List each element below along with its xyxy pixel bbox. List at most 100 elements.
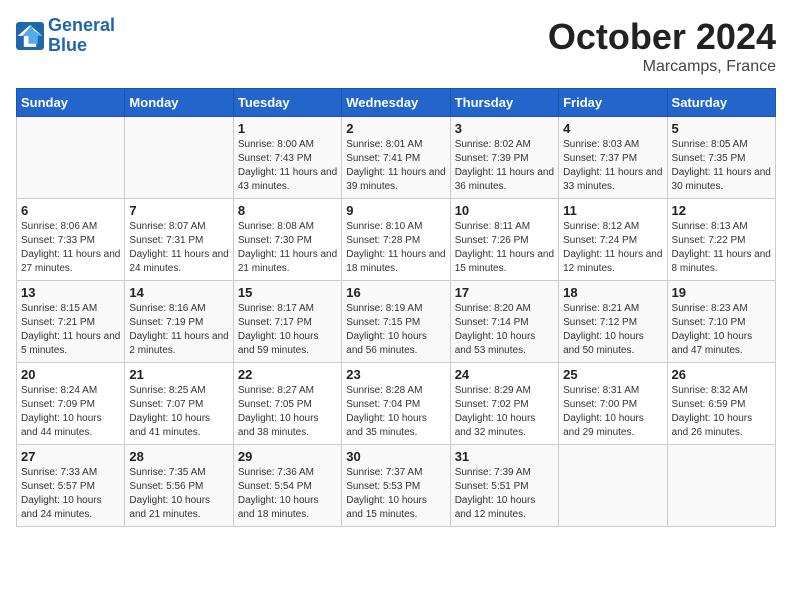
day-number: 7 [129,203,228,218]
day-number: 17 [455,285,554,300]
day-number: 28 [129,449,228,464]
calendar-cell: 29 Sunrise: 7:36 AM Sunset: 5:54 PM Dayli… [233,445,341,527]
day-number: 25 [563,367,662,382]
weekday-header-monday: Monday [125,89,233,117]
calendar-cell [667,445,775,527]
cell-info: Sunrise: 8:32 AM Sunset: 6:59 PM Dayligh… [672,384,771,440]
cell-info: Sunrise: 8:13 AM Sunset: 7:22 PM Dayligh… [672,220,771,276]
calendar-cell [559,445,667,527]
day-number: 12 [672,203,771,218]
calendar-cell: 13 Sunrise: 8:15 AM Sunset: 7:21 PM Dayli… [17,281,125,363]
calendar-cell: 14 Sunrise: 8:16 AM Sunset: 7:19 PM Dayli… [125,281,233,363]
weekday-header-sunday: Sunday [17,89,125,117]
calendar-cell: 15Sunrise: 8:17 AM Sunset: 7:17 PM Dayli… [233,281,341,363]
cell-info: Sunrise: 8:07 AM Sunset: 7:31 PM Dayligh… [129,220,228,276]
calendar-cell [17,117,125,199]
weekday-header-thursday: Thursday [450,89,558,117]
day-number: 4 [563,121,662,136]
cell-info: Sunrise: 7:37 AM Sunset: 5:53 PM Dayligh… [346,466,445,522]
calendar-cell: 17 Sunrise: 8:20 AM Sunset: 7:14 PM Dayli… [450,281,558,363]
calendar-cell: 24 Sunrise: 8:29 AM Sunset: 7:02 PM Dayli… [450,363,558,445]
logo-line2: Blue [48,36,115,56]
location: Marcamps, France [548,58,776,76]
cell-info: Sunrise: 8:12 AM Sunset: 7:24 PM Dayligh… [563,220,662,276]
calendar-cell: 3Sunrise: 8:02 AM Sunset: 7:39 PM Daylig… [450,117,558,199]
calendar-cell: 21 Sunrise: 8:25 AM Sunset: 7:07 PM Dayli… [125,363,233,445]
weekday-header-friday: Friday [559,89,667,117]
cell-info: Sunrise: 8:29 AM Sunset: 7:02 PM Dayligh… [455,384,554,440]
calendar-cell: 18 Sunrise: 8:21 AM Sunset: 7:12 PM Dayli… [559,281,667,363]
calendar-cell: 8Sunrise: 8:08 AM Sunset: 7:30 PM Daylig… [233,199,341,281]
title-block: October 2024 Marcamps, France [548,16,776,76]
day-number: 2 [346,121,445,136]
day-number: 27 [21,449,120,464]
day-number: 3 [455,121,554,136]
cell-info: Sunrise: 8:27 AM Sunset: 7:05 PM Dayligh… [238,384,337,440]
cell-info: Sunrise: 8:20 AM Sunset: 7:14 PM Dayligh… [455,302,554,358]
cell-info: Sunrise: 8:31 AM Sunset: 7:00 PM Dayligh… [563,384,662,440]
day-number: 20 [21,367,120,382]
weekday-header-saturday: Saturday [667,89,775,117]
cell-info: Sunrise: 7:33 AM Sunset: 5:57 PM Dayligh… [21,466,120,522]
day-number: 22 [238,367,337,382]
cell-info: Sunrise: 8:16 AM Sunset: 7:19 PM Dayligh… [129,302,228,358]
day-number: 19 [672,285,771,300]
day-number: 5 [672,121,771,136]
calendar-cell: 31Sunrise: 7:39 AM Sunset: 5:51 PM Dayli… [450,445,558,527]
cell-info: Sunrise: 8:03 AM Sunset: 7:37 PM Dayligh… [563,138,662,194]
calendar-cell: 6Sunrise: 8:06 AM Sunset: 7:33 PM Daylig… [17,199,125,281]
calendar-cell: 7 Sunrise: 8:07 AM Sunset: 7:31 PM Daylig… [125,199,233,281]
calendar-week-2: 6Sunrise: 8:06 AM Sunset: 7:33 PM Daylig… [17,199,776,281]
day-number: 13 [21,285,120,300]
cell-info: Sunrise: 7:36 AM Sunset: 5:54 PM Dayligh… [238,466,337,522]
calendar-cell: 28 Sunrise: 7:35 AM Sunset: 5:56 PM Dayli… [125,445,233,527]
calendar-cell: 2 Sunrise: 8:01 AM Sunset: 7:41 PM Daylig… [342,117,450,199]
calendar-week-3: 13 Sunrise: 8:15 AM Sunset: 7:21 PM Dayli… [17,281,776,363]
calendar-week-1: 1 Sunrise: 8:00 AM Sunset: 7:43 PM Daylig… [17,117,776,199]
day-number: 14 [129,285,228,300]
day-number: 1 [238,121,337,136]
day-number: 23 [346,367,445,382]
calendar-cell [125,117,233,199]
cell-info: Sunrise: 8:25 AM Sunset: 7:07 PM Dayligh… [129,384,228,440]
calendar-cell: 5Sunrise: 8:05 AM Sunset: 7:35 PM Daylig… [667,117,775,199]
calendar-cell: 11 Sunrise: 8:12 AM Sunset: 7:24 PM Dayli… [559,199,667,281]
day-number: 29 [238,449,337,464]
day-number: 21 [129,367,228,382]
cell-info: Sunrise: 8:11 AM Sunset: 7:26 PM Dayligh… [455,220,554,276]
cell-info: Sunrise: 8:15 AM Sunset: 7:21 PM Dayligh… [21,302,120,358]
weekday-header-row: SundayMondayTuesdayWednesdayThursdayFrid… [17,89,776,117]
calendar-cell: 12 Sunrise: 8:13 AM Sunset: 7:22 PM Dayli… [667,199,775,281]
day-number: 24 [455,367,554,382]
cell-info: Sunrise: 7:35 AM Sunset: 5:56 PM Dayligh… [129,466,228,522]
calendar-table: SundayMondayTuesdayWednesdayThursdayFrid… [16,88,776,527]
calendar-cell: 25 Sunrise: 8:31 AM Sunset: 7:00 PM Dayli… [559,363,667,445]
cell-info: Sunrise: 8:08 AM Sunset: 7:30 PM Dayligh… [238,220,337,276]
calendar-cell: 20Sunrise: 8:24 AM Sunset: 7:09 PM Dayli… [17,363,125,445]
calendar-cell: 16 Sunrise: 8:19 AM Sunset: 7:15 PM Dayli… [342,281,450,363]
cell-info: Sunrise: 8:00 AM Sunset: 7:43 PM Dayligh… [238,138,337,194]
month-title: October 2024 [548,16,776,58]
day-number: 15 [238,285,337,300]
cell-info: Sunrise: 8:10 AM Sunset: 7:28 PM Dayligh… [346,220,445,276]
logo-icon [16,22,44,50]
day-number: 6 [21,203,120,218]
cell-info: Sunrise: 8:21 AM Sunset: 7:12 PM Dayligh… [563,302,662,358]
calendar-week-4: 20Sunrise: 8:24 AM Sunset: 7:09 PM Dayli… [17,363,776,445]
day-number: 9 [346,203,445,218]
cell-info: Sunrise: 8:19 AM Sunset: 7:15 PM Dayligh… [346,302,445,358]
cell-info: Sunrise: 8:23 AM Sunset: 7:10 PM Dayligh… [672,302,771,358]
day-number: 18 [563,285,662,300]
calendar-cell: 26Sunrise: 8:32 AM Sunset: 6:59 PM Dayli… [667,363,775,445]
calendar-cell: 23 Sunrise: 8:28 AM Sunset: 7:04 PM Dayli… [342,363,450,445]
day-number: 30 [346,449,445,464]
calendar-week-5: 27 Sunrise: 7:33 AM Sunset: 5:57 PM Dayli… [17,445,776,527]
calendar-cell: 1 Sunrise: 8:00 AM Sunset: 7:43 PM Daylig… [233,117,341,199]
cell-info: Sunrise: 8:01 AM Sunset: 7:41 PM Dayligh… [346,138,445,194]
day-number: 16 [346,285,445,300]
cell-info: Sunrise: 7:39 AM Sunset: 5:51 PM Dayligh… [455,466,554,522]
logo-line1: General [48,16,115,36]
cell-info: Sunrise: 8:28 AM Sunset: 7:04 PM Dayligh… [346,384,445,440]
calendar-cell: 19 Sunrise: 8:23 AM Sunset: 7:10 PM Dayli… [667,281,775,363]
day-number: 11 [563,203,662,218]
